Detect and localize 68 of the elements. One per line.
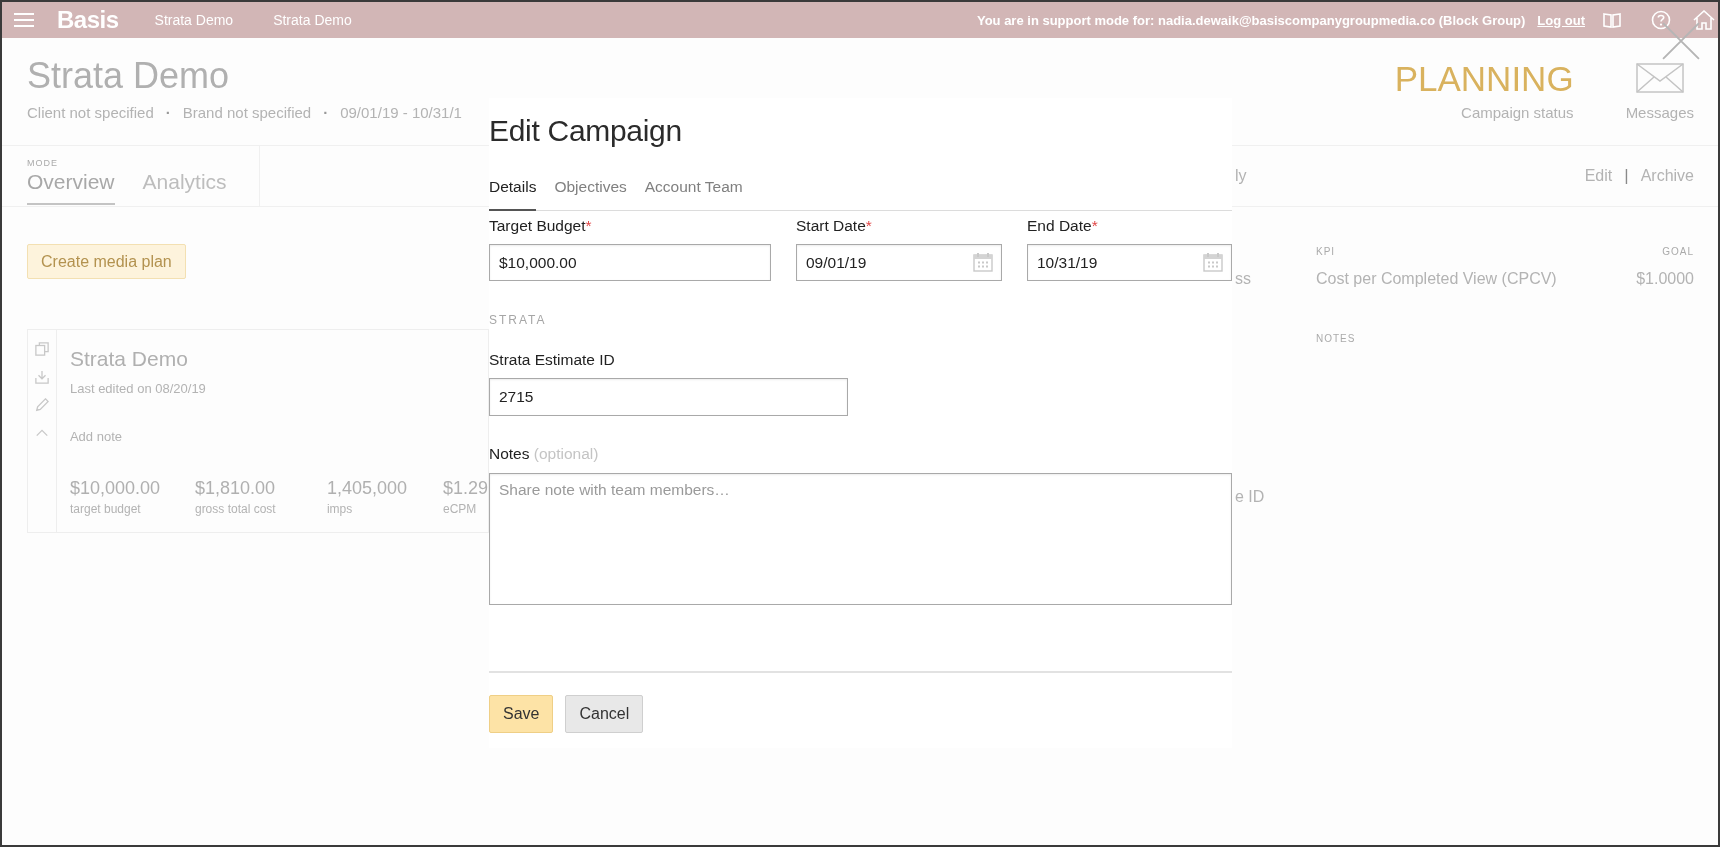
home-icon[interactable] <box>1693 10 1715 30</box>
stat-label: eCPM <box>442 501 478 517</box>
notes-heading: NOTES <box>1316 333 1356 345</box>
column-heading: GOAL <box>1662 246 1694 258</box>
page-tab[interactable]: Overview <box>27 169 115 205</box>
campaign-status-label: Campaign status <box>1461 103 1574 123</box>
envelope-icon[interactable] <box>1635 63 1684 93</box>
copy-icon[interactable] <box>34 342 49 356</box>
messages-label[interactable]: Messages <box>1625 103 1694 123</box>
campaign-meta-text: Brand not specified <box>182 103 312 123</box>
breadcrumb-link[interactable]: Strata Demo <box>273 12 352 28</box>
separator-text: | <box>1624 166 1629 186</box>
separator-text: · <box>323 103 329 123</box>
stat-label: imps <box>326 501 354 517</box>
campaign-title: Strata Demo <box>27 54 231 98</box>
field-label: Notes (optional) <box>489 444 599 464</box>
column-heading: KPI <box>1316 246 1336 258</box>
help-icon[interactable] <box>1651 10 1671 30</box>
tray-icon[interactable] <box>34 370 49 384</box>
section-heading: STRATA <box>489 312 547 328</box>
stat-value: $1.29 <box>442 477 488 499</box>
separator-text: · <box>165 103 171 123</box>
partial-label: e ID <box>1235 487 1265 507</box>
kpi-name: Cost per Completed View (CPCV) <box>1316 269 1557 289</box>
action-link[interactable]: Edit <box>1584 167 1613 185</box>
mode-label: MODE <box>27 158 59 169</box>
stat-label: target budget <box>69 501 142 517</box>
field-label: End Date* <box>1027 216 1098 236</box>
last-edited-text: Last edited on 08/20/19 <box>69 380 206 398</box>
page-tab[interactable]: Analytics <box>142 169 227 205</box>
stat-label: gross total cost <box>194 501 277 517</box>
cancel-button[interactable]: Cancel <box>565 695 644 733</box>
calendar-icon[interactable] <box>1203 252 1223 272</box>
media-plan-title[interactable]: Strata Demo <box>69 346 188 372</box>
stat-value: 1,405,000 <box>326 477 409 499</box>
support-mode-notice: You are in support mode for: nadia.dewaik@basiscompanygroupmedia.co (Block Group) <box>976 12 1526 28</box>
calendar-icon[interactable] <box>973 252 993 272</box>
menu-icon[interactable] <box>14 13 34 27</box>
notes-field[interactable]: Share note with team members… <box>489 473 1232 605</box>
field-label: Start Date* <box>796 216 872 236</box>
field-label: Target Budget* <box>489 216 592 236</box>
date-field[interactable]: 09/01/19 <box>796 244 1002 281</box>
partial-label: ly <box>1235 166 1247 186</box>
partial-label: ss <box>1235 269 1251 289</box>
dialog-tab[interactable]: Objectives <box>554 168 627 211</box>
campaign-meta-text: Client not specified <box>27 103 154 123</box>
pencil-icon[interactable] <box>34 398 49 412</box>
date-field[interactable]: 10/31/19 <box>1027 244 1232 281</box>
field-label: Strata Estimate ID <box>489 350 615 370</box>
close-icon[interactable] <box>1662 22 1700 60</box>
stat-value: $10,000.00 <box>69 477 162 499</box>
estimate-id-field[interactable]: 2715 <box>489 378 848 416</box>
create-media-plan-button[interactable]: Create media plan <box>27 244 186 279</box>
save-button[interactable]: Save <box>489 695 554 733</box>
add-note-link[interactable]: Add note <box>69 428 122 446</box>
campaign-meta-text: 09/01/19 - 10/31/1 <box>340 103 462 123</box>
book-icon[interactable] <box>1603 12 1621 28</box>
action-link[interactable]: Archive <box>1640 167 1694 185</box>
budget-field[interactable]: $10,000.00 <box>489 244 771 281</box>
breadcrumb-link[interactable]: Strata Demo <box>154 12 234 28</box>
dialog-title: Edit Campaign <box>489 113 682 149</box>
logo[interactable]: Basis <box>57 6 119 34</box>
campaign-status-value: PLANNING <box>1394 61 1574 97</box>
kpi-goal: $1.0000 <box>1636 269 1694 289</box>
stat-value: $1,810.00 <box>194 477 277 499</box>
logout-link[interactable]: Log out <box>1537 12 1585 28</box>
dialog-tab[interactable]: Details <box>489 168 537 211</box>
dialog-tab[interactable]: Account Team <box>644 168 743 211</box>
